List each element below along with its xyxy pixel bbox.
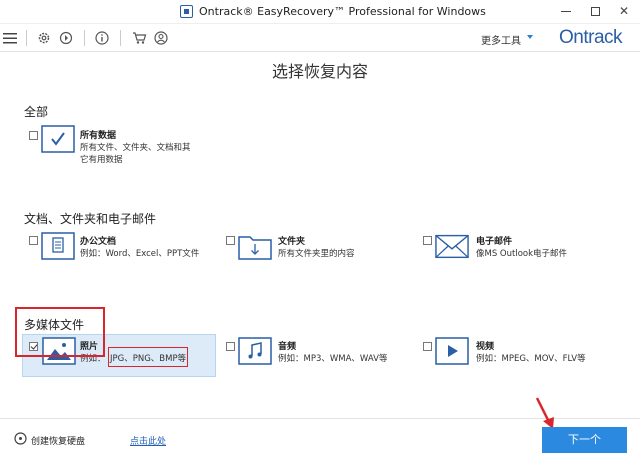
maximize-icon xyxy=(590,7,600,16)
option-desc-all-data: 所有文件、文件夹、文档和其 xyxy=(80,143,191,153)
checkbox-video[interactable] xyxy=(423,342,432,351)
info-icon[interactable] xyxy=(92,28,112,48)
option-desc-email: 像MS Outlook电子邮件 xyxy=(476,249,568,259)
section-title-documents: 文档、文件夹和电子邮件 xyxy=(24,212,157,226)
title-bar: Ontrack® EasyRecovery™ Professional for … xyxy=(0,0,640,24)
option-title-all-data: 所有数据 xyxy=(80,131,117,141)
checkbox-email[interactable] xyxy=(423,236,432,245)
gear-icon[interactable] xyxy=(34,28,54,48)
toolbar: 更多工具 Ontrack xyxy=(0,24,640,52)
toolbar-divider xyxy=(120,30,121,46)
option-title-email: 电子邮件 xyxy=(476,237,513,247)
checkbox-audio[interactable] xyxy=(226,342,235,351)
option-desc-audio: 例如：MP3、WMA、WAV等 xyxy=(278,354,388,364)
app-logo-icon xyxy=(180,5,193,18)
option-title-folders: 文件夹 xyxy=(278,237,306,247)
section-title-all: 全部 xyxy=(24,105,49,119)
checkbox-all-data[interactable] xyxy=(29,131,38,140)
minimize-icon xyxy=(561,11,571,12)
menu-icon[interactable] xyxy=(0,28,20,48)
annotation-box-photo-formats xyxy=(108,347,188,367)
video-icon xyxy=(435,337,469,365)
option-desc-folders: 所有文件夹里的内容 xyxy=(278,249,355,259)
option-title-office-docs: 办公文档 xyxy=(80,237,117,247)
brand-logo: Ontrack xyxy=(559,27,623,48)
chevron-down-icon[interactable] xyxy=(527,35,533,39)
option-title-video: 视频 xyxy=(476,342,495,352)
option-desc-video: 例如：MPEG、MOV、FLV等 xyxy=(476,354,586,364)
disk-icon[interactable] xyxy=(14,432,27,445)
page-title: 选择恢复内容 xyxy=(271,62,368,81)
music-icon xyxy=(238,337,272,365)
create-recovery-disk-label: 创建恢复硬盘 xyxy=(31,437,86,447)
checkmark-box-icon xyxy=(41,125,75,153)
next-button[interactable]: 下一个 xyxy=(542,427,627,453)
annotation-arrow-icon xyxy=(535,397,554,429)
checkbox-folders[interactable] xyxy=(226,236,235,245)
toolbar-divider xyxy=(84,30,85,46)
click-here-link[interactable]: 点击此处 xyxy=(130,434,166,447)
window-title: Ontrack® EasyRecovery™ Professional for … xyxy=(199,5,486,18)
close-button[interactable]: ✕ xyxy=(614,2,634,20)
toolbar-divider xyxy=(26,30,27,46)
folder-icon xyxy=(238,233,272,260)
email-icon xyxy=(435,233,469,259)
checkbox-office-docs[interactable] xyxy=(29,236,38,245)
restore-icon[interactable] xyxy=(56,28,76,48)
minimize-button[interactable] xyxy=(556,2,576,20)
option-desc-all-data-2: 它有用数据 xyxy=(80,155,123,165)
cart-icon[interactable] xyxy=(129,28,149,48)
option-desc-office-docs: 例如：Word、Excel、PPT文件 xyxy=(80,249,200,259)
annotation-box-multimedia xyxy=(15,307,105,357)
option-title-audio: 音频 xyxy=(278,342,297,352)
maximize-button[interactable] xyxy=(585,2,605,20)
document-icon xyxy=(41,232,75,260)
more-tools-menu[interactable]: 更多工具 xyxy=(481,32,521,47)
user-icon[interactable] xyxy=(151,28,171,48)
